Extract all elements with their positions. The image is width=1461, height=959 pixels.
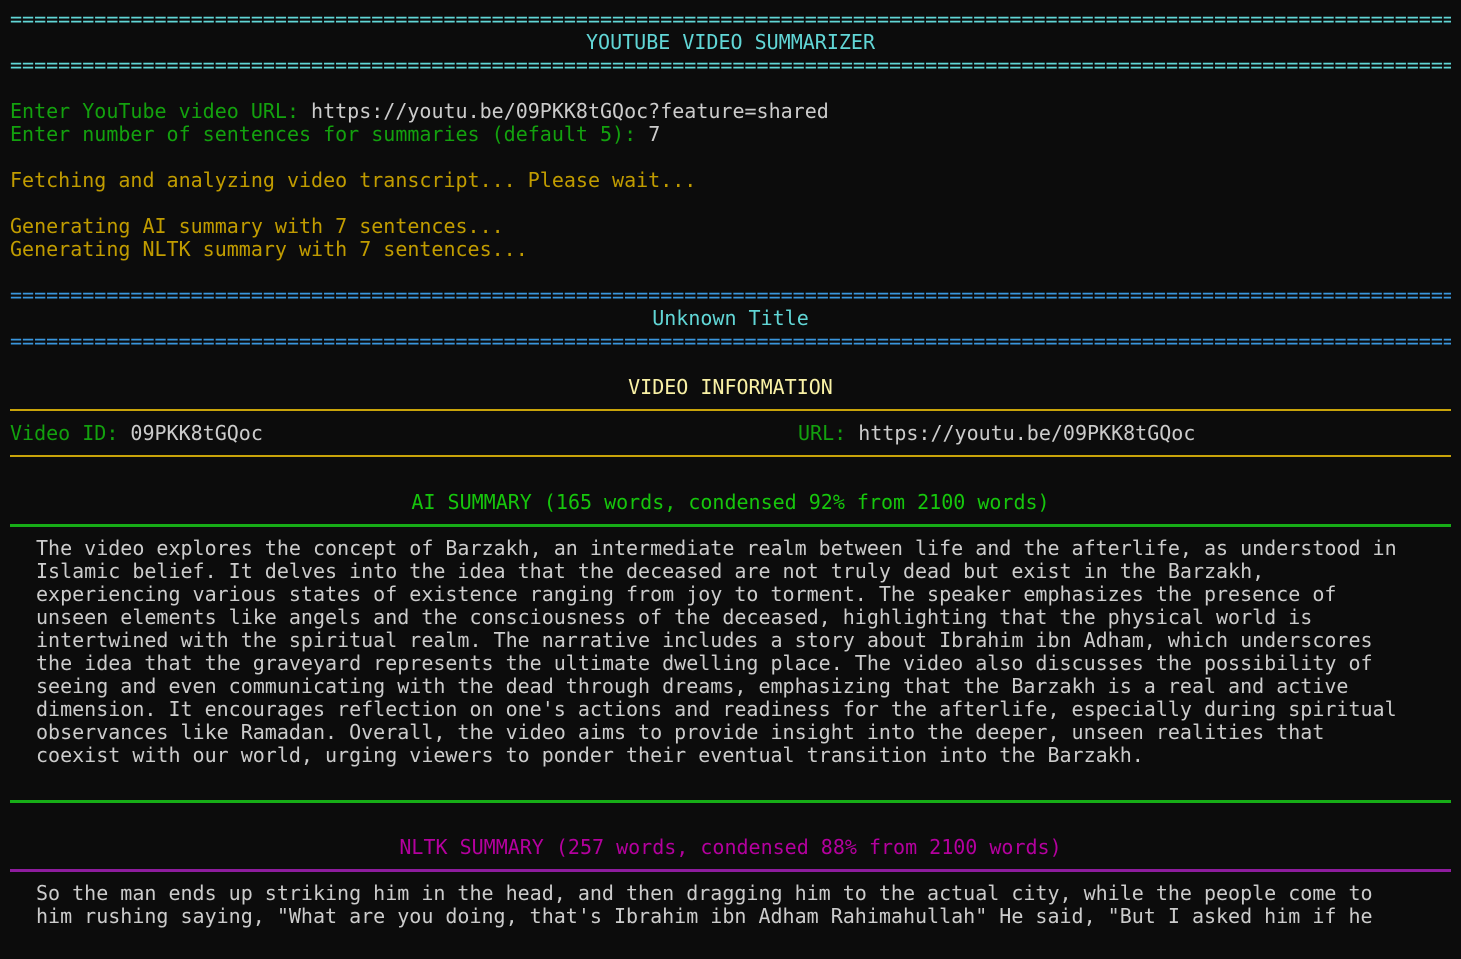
green-rule-line <box>10 524 1451 527</box>
blank-line <box>10 261 1451 284</box>
terminal-window: ========================================… <box>0 0 1461 959</box>
blank-line <box>10 192 1451 215</box>
video-info-heading: VIDEO INFORMATION <box>10 376 1451 399</box>
title-separator: ========================================… <box>10 284 1451 307</box>
top-separator: ========================================… <box>10 54 1451 77</box>
ai-summary-rule-bottom <box>10 790 1451 813</box>
ai-summary-text: The video explores the concept of Barzak… <box>36 537 1406 767</box>
yellow-rule-line <box>10 455 1451 457</box>
video-url-value: https://youtu.be/09PKK8tGQoc <box>858 422 1195 445</box>
yellow-rule-line <box>10 409 1451 411</box>
app-title: YOUTUBE VIDEO SUMMARIZER <box>10 31 1451 54</box>
video-url-cell: URL: https://youtu.be/09PKK8tGQoc <box>798 422 1195 445</box>
title-separator: ========================================… <box>10 330 1451 353</box>
green-rule-line <box>10 800 1451 803</box>
video-info-rule-bottom <box>10 445 1451 468</box>
prompt-sentences-value: 7 <box>648 123 660 146</box>
blank-line <box>10 353 1451 376</box>
blank-line <box>10 813 1451 836</box>
nltk-summary-rule <box>10 859 1451 882</box>
video-title: Unknown Title <box>10 307 1451 330</box>
prompt-sentences-label: Enter number of sentences for summaries … <box>10 123 648 146</box>
video-info-row: Video ID: 09PKK8tGQoc URL: https://youtu… <box>10 422 1451 445</box>
status-generating-ai: Generating AI summary with 7 sentences..… <box>10 215 1451 238</box>
prompt-url-value: https://youtu.be/09PKK8tGQoc?feature=sha… <box>311 100 829 123</box>
status-fetching: Fetching and analyzing video transcript.… <box>10 169 1451 192</box>
video-id-cell: Video ID: 09PKK8tGQoc <box>10 422 798 445</box>
top-separator: ========================================… <box>10 8 1451 31</box>
prompt-sentences-line: Enter number of sentences for summaries … <box>10 123 1451 146</box>
video-id-value: 09PKK8tGQoc <box>130 422 262 445</box>
video-id-label: Video ID: <box>10 422 130 445</box>
blank-line <box>10 77 1451 100</box>
status-generating-nltk: Generating NLTK summary with 7 sentences… <box>10 238 1451 261</box>
nltk-summary-text: So the man ends up striking him in the h… <box>36 882 1406 928</box>
purple-rule-line <box>10 869 1451 872</box>
blank-line <box>10 468 1451 491</box>
ai-summary-rule-top <box>10 514 1451 537</box>
video-url-label: URL: <box>798 422 858 445</box>
blank-line <box>10 767 1451 790</box>
video-info-rule-top <box>10 399 1451 422</box>
ai-summary-heading: AI SUMMARY (165 words, condensed 92% fro… <box>10 491 1451 514</box>
nltk-summary-heading: NLTK SUMMARY (257 words, condensed 88% f… <box>10 836 1451 859</box>
prompt-url-line: Enter YouTube video URL: https://youtu.b… <box>10 100 1451 123</box>
prompt-url-label: Enter YouTube video URL: <box>10 100 311 123</box>
blank-line <box>10 146 1451 169</box>
